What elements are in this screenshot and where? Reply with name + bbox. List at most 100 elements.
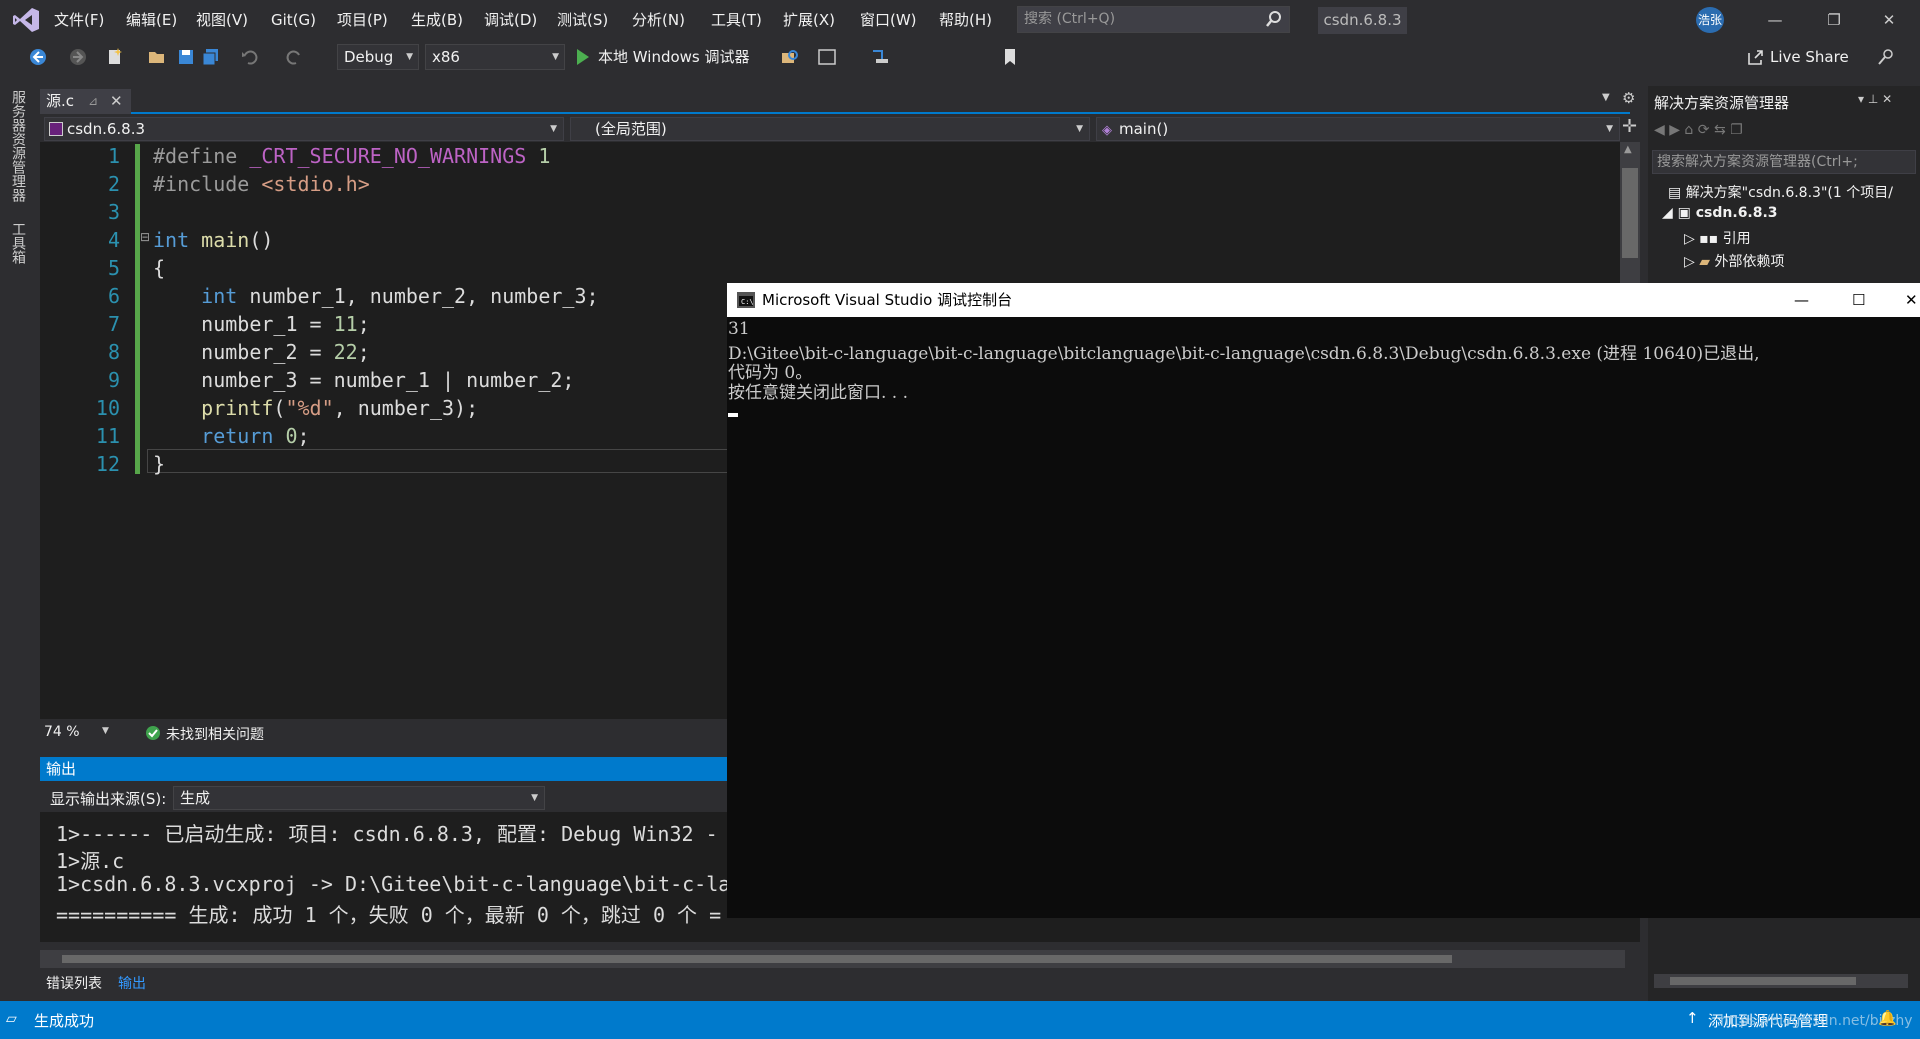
toolbox-tab[interactable]: 工具箱 (8, 222, 28, 264)
menu-item[interactable]: 扩展(X) (777, 0, 841, 40)
user-avatar[interactable]: 浩张 (1696, 7, 1724, 33)
open-folder-icon[interactable] (147, 47, 167, 67)
menu-item[interactable]: 帮助(H) (933, 0, 998, 40)
code-line-1: #define _CRT_SECURE_NO_WARNINGS 1 (153, 144, 551, 168)
output-source-dropdown[interactable]: 生成 ▼ (173, 786, 545, 810)
feedback-icon[interactable] (1876, 47, 1896, 67)
tab-list-dropdown-icon[interactable]: ▼ (1602, 92, 1610, 103)
svg-text:C:\: C:\ (741, 298, 754, 306)
solution-toolbar-icons[interactable]: ◀ ▶ ⌂ ⟳ ⇆ ❐ (1654, 122, 1743, 138)
redo-icon[interactable] (284, 47, 304, 67)
tree-item-references[interactable]: ▷ ▪▪ 引用 (1684, 228, 1751, 248)
split-window-icon[interactable]: ✛ (1622, 116, 1637, 137)
output-source-label: 显示输出来源(S): (50, 790, 167, 808)
issues-status[interactable]: 未找到相关问题 (166, 724, 264, 744)
menu-item[interactable]: 调试(D) (478, 0, 543, 40)
chevron-down-icon: ▼ (1076, 124, 1083, 134)
pin-icon[interactable]: ▾ ⊥ ✕ (1858, 92, 1892, 106)
settings-gear-icon[interactable]: ⚙ (1622, 89, 1635, 107)
chevron-down-icon: ▼ (550, 124, 557, 134)
menu-item[interactable]: 分析(N) (626, 0, 691, 40)
scroll-up-icon[interactable]: ▲ (1624, 144, 1632, 155)
find-in-files-icon[interactable] (780, 47, 800, 67)
scope-dropdown[interactable]: (全局范围) ▼ (570, 117, 1090, 141)
save-icon[interactable] (176, 47, 196, 67)
scroll-thumb[interactable] (1670, 977, 1856, 985)
tree-item-label: 解决方案"csdn.6.8.3"(1 个项目/ (1685, 185, 1893, 201)
menu-item[interactable]: 测试(S) (551, 0, 614, 40)
back-icon[interactable] (28, 47, 48, 67)
menu-item[interactable]: 窗口(W) (854, 0, 923, 40)
platform-dropdown[interactable]: x86 ▼ (425, 44, 565, 70)
project-dropdown[interactable]: csdn.6.8.3 ▼ (44, 117, 564, 141)
output-horizontal-scrollbar[interactable] (40, 950, 1625, 968)
tab-output[interactable]: 输出 (118, 973, 146, 993)
left-tool-strip: 服务器资源管理器 工具箱 (0, 86, 33, 1001)
configuration-value: Debug (344, 48, 394, 66)
chevron-down-icon: ▼ (406, 52, 413, 62)
console-close-button[interactable]: ✕ (1905, 283, 1918, 317)
chevron-down-icon: ▼ (531, 793, 538, 803)
tree-item-project[interactable]: ◢ ▣ csdn.6.8.3 (1662, 205, 1778, 221)
scroll-thumb[interactable] (62, 955, 1452, 963)
live-share-icon[interactable] (1746, 47, 1766, 67)
menu-item[interactable]: 视图(V) (190, 0, 254, 40)
run-debugger-button[interactable]: 本地 Windows 调试器 (598, 44, 750, 70)
code-line-10: printf("%d", number_3); (201, 396, 479, 420)
solution-horizontal-scrollbar[interactable] (1654, 974, 1908, 988)
tree-item-solution[interactable]: ▤ 解决方案"csdn.6.8.3"(1 个项目/ (1668, 182, 1893, 202)
line-number: 10 (95, 396, 120, 420)
step-icon[interactable] (870, 47, 890, 67)
menu-item[interactable]: 生成(B) (405, 0, 469, 40)
upload-arrow-icon: ↑ (1686, 1009, 1699, 1027)
notifications-bell-icon[interactable]: 🔔 (1878, 1009, 1897, 1027)
line-number: 1 (107, 144, 120, 168)
minimize-button[interactable]: — (1752, 0, 1798, 40)
console-minimize-button[interactable]: — (1794, 283, 1809, 317)
close-button[interactable]: ✕ (1866, 0, 1912, 40)
zoom-level[interactable]: 74 % (44, 724, 80, 740)
status-bar: ▱ 生成成功 ↑ 添加到源代码管理 https://blog.csdn.net/… (0, 1001, 1920, 1039)
method-icon: ◈ (1102, 123, 1112, 138)
live-share-button[interactable]: Live Share (1770, 44, 1849, 70)
forward-icon[interactable] (68, 47, 88, 67)
search-box[interactable]: 搜索 (Ctrl+Q) (1017, 6, 1290, 33)
tab-error-list[interactable]: 错误列表 (46, 973, 102, 993)
console-maximize-button[interactable]: ☐ (1852, 283, 1865, 317)
console-output-line: D:\Gitee\bit-c-language\bit-c-language\b… (728, 344, 1760, 364)
scroll-thumb[interactable] (1622, 168, 1638, 258)
tree-item-external-deps[interactable]: ▷ ▰ 外部依赖项 (1684, 251, 1784, 271)
member-dropdown[interactable]: ◈ main() ▼ (1096, 117, 1620, 141)
tab-source-file[interactable]: 源.c ⊿ ✕ (40, 89, 131, 114)
new-project-icon[interactable] (105, 47, 125, 67)
screenshot-icon[interactable] (817, 47, 837, 67)
close-tab-icon[interactable]: ✕ (110, 89, 123, 114)
undo-icon[interactable] (240, 47, 260, 67)
project-icon (49, 122, 63, 136)
restore-button[interactable]: ❐ (1811, 0, 1857, 40)
bookmark-icon[interactable] (1000, 47, 1020, 67)
menu-item[interactable]: Git(G) (265, 0, 322, 40)
code-line-2: #include <stdio.h> (153, 172, 370, 196)
chevron-down-icon[interactable]: ▼ (102, 726, 109, 736)
menu-item[interactable]: 工具(T) (705, 0, 768, 40)
menu-item[interactable]: 编辑(E) (120, 0, 183, 40)
configuration-dropdown[interactable]: Debug ▼ (337, 44, 419, 70)
output-line: ========== 生成: 成功 1 个，失败 0 个，最新 0 个，跳过 0… (56, 903, 722, 927)
start-debugging-icon[interactable] (575, 48, 591, 66)
bottom-tab-strip: 错误列表 输出 (40, 970, 1640, 994)
save-all-icon[interactable] (201, 47, 221, 67)
console-output-line: 31 (728, 319, 750, 339)
document-tab-well (40, 86, 1630, 114)
menu-item[interactable]: 文件(F) (48, 0, 110, 40)
server-explorer-tab[interactable]: 服务器资源管理器 (8, 90, 28, 202)
line-number: 11 (95, 424, 120, 448)
solution-search-input[interactable]: 搜索解决方案资源管理器(Ctrl+; (1652, 150, 1916, 174)
line-number: 9 (107, 368, 120, 392)
code-line-4: int main() (153, 228, 274, 252)
solution-explorer-title: 解决方案资源管理器 (1654, 94, 1790, 112)
pin-icon[interactable]: ⊿ (88, 89, 98, 114)
collapse-toggle-icon[interactable]: ⊟ (140, 230, 150, 244)
menu-item[interactable]: 项目(P) (331, 0, 394, 40)
chevron-down-icon: ▼ (1606, 124, 1613, 134)
